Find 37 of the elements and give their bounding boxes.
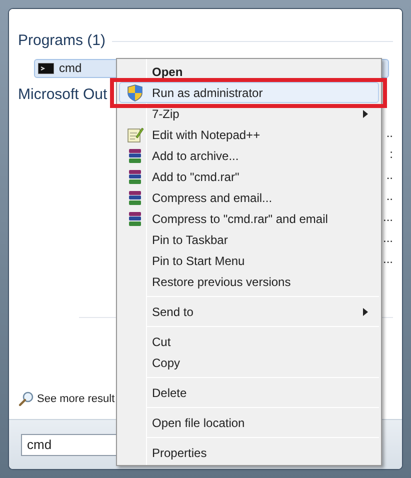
search-icon xyxy=(18,390,34,407)
truncated-text: ... xyxy=(382,251,393,268)
truncated-text: ... xyxy=(382,230,393,247)
menu-item[interactable]: Delete xyxy=(119,382,379,403)
console-icon xyxy=(38,62,54,74)
books-stack-icon xyxy=(127,148,143,164)
books-stack-icon xyxy=(127,168,143,184)
menu-item[interactable]: Add to archive... xyxy=(119,145,379,166)
truncated-text: .. xyxy=(386,167,393,184)
menu-item[interactable]: Open xyxy=(119,61,379,82)
menu-item[interactable]: Compress and email... xyxy=(119,187,379,208)
submenu-arrow-icon xyxy=(363,308,368,316)
result-item[interactable]: Microsoft Out xyxy=(18,84,108,106)
menu-item[interactable]: Copy xyxy=(119,352,379,373)
menu-item[interactable]: Add to "cmd.rar" xyxy=(119,166,379,187)
see-more-link[interactable]: See more result xyxy=(18,390,115,407)
truncated-text: : xyxy=(390,146,393,163)
books-stack-icon xyxy=(127,210,143,226)
truncated-text: .. xyxy=(386,125,393,142)
shield-icon xyxy=(127,84,143,102)
menu-item[interactable]: Restore previous versions xyxy=(119,271,379,292)
notepad-icon xyxy=(126,126,144,143)
menu-item[interactable]: Compress to "cmd.rar" and email xyxy=(119,208,379,229)
section-heading: Programs (1) xyxy=(18,31,106,51)
books-stack-icon xyxy=(127,190,143,206)
menu-item[interactable]: Properties xyxy=(119,442,379,463)
truncated-text: .. xyxy=(386,188,393,205)
menu-item[interactable]: Run as administrator xyxy=(119,82,379,103)
truncated-text: ... xyxy=(382,209,393,226)
menu-item[interactable]: Open file location xyxy=(119,412,379,433)
menu-item[interactable]: Send to xyxy=(119,301,379,322)
submenu-arrow-icon xyxy=(363,110,368,118)
menu-item[interactable]: 7-Zip xyxy=(119,103,379,124)
menu-item[interactable]: Cut xyxy=(119,331,379,352)
menu-item[interactable]: Pin to Taskbar xyxy=(119,229,379,250)
menu-item[interactable]: Edit with Notepad++ xyxy=(119,124,379,145)
menu-item[interactable]: Pin to Start Menu xyxy=(119,250,379,271)
